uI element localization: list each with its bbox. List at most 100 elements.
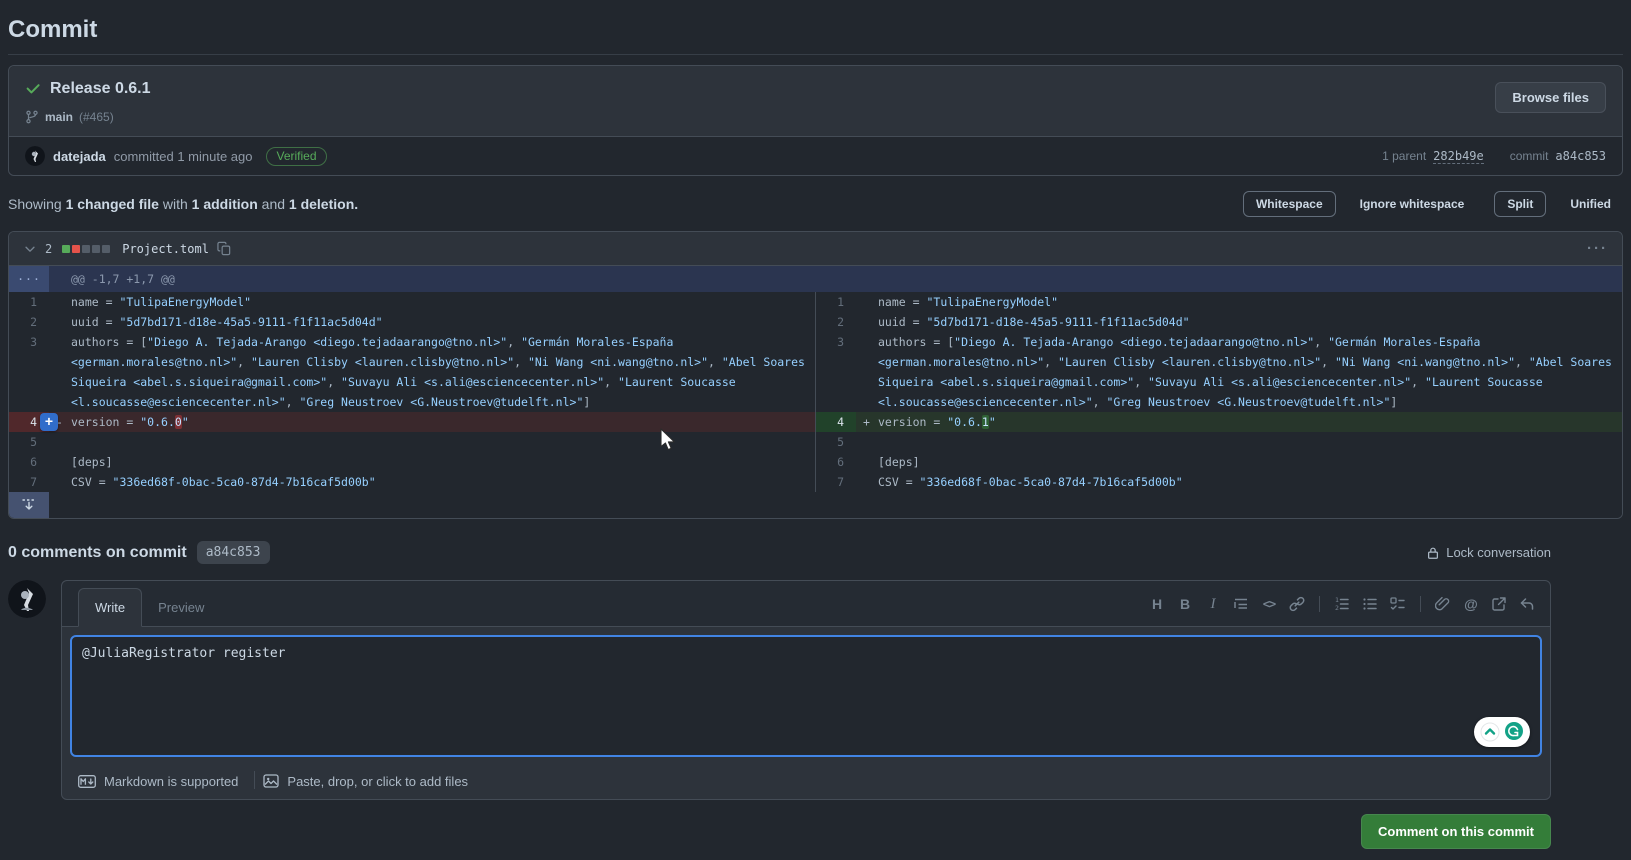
line-number[interactable]: 3	[815, 332, 856, 412]
comments-header: 0 comments on commit a84c853 Lock conver…	[8, 541, 1551, 564]
file-name[interactable]: Project.toml	[122, 242, 209, 256]
commit-label: commit	[1509, 149, 1549, 163]
file-changes-count: 2	[45, 241, 53, 256]
line-number[interactable]: 5	[815, 432, 856, 452]
heading-icon[interactable]: H	[1144, 592, 1170, 616]
chevron-down-icon[interactable]	[23, 242, 37, 256]
code-line: uuid = "5d7bd171-d18e-45a5-9111-f1f11ac5…	[878, 315, 1190, 329]
markdown-supported-hint[interactable]: Markdown is supported	[70, 767, 254, 789]
committer-avatar[interactable]	[25, 146, 45, 166]
commit-title: Release 0.6.1	[50, 80, 151, 97]
attach-file-icon[interactable]	[1430, 592, 1456, 616]
line-number[interactable]: 7	[9, 472, 49, 492]
commit-meta-row: datejada committed 1 minute ago Verified…	[9, 136, 1622, 175]
code-line: - version = "0.6.0"	[49, 412, 815, 432]
tab-preview[interactable]: Preview	[142, 589, 220, 626]
ignore-whitespace-button[interactable]: Ignore whitespace	[1348, 192, 1477, 216]
comment-on-commit-button[interactable]: Comment on this commit	[1360, 814, 1551, 849]
commit-page: Commit Release 0.6.1 main (#465) Browse …	[0, 0, 1631, 849]
committer-login[interactable]: datejada	[53, 149, 106, 164]
line-number[interactable]: 7	[815, 472, 856, 492]
comment-form: Write Preview H B I <> 12 @ @JuliaRegist…	[8, 580, 1551, 800]
diff-summary-row: Showing 1 changed file with 1 addition a…	[8, 191, 1623, 217]
line-number[interactable]: 1	[815, 292, 856, 312]
comment-textarea[interactable]	[70, 635, 1542, 757]
line-number[interactable]: 6	[9, 452, 49, 472]
changed-files-summary: Showing 1 changed file with 1 addition a…	[8, 196, 359, 212]
code-icon[interactable]: <>	[1256, 592, 1282, 616]
toolbar-divider	[1319, 596, 1320, 612]
line-number[interactable]: 4	[815, 412, 856, 432]
add-line-comment-button[interactable]: +	[40, 413, 58, 431]
line-number[interactable]: 6	[815, 452, 856, 472]
attach-files-hint[interactable]: Paste, drop, or click to add files	[255, 767, 484, 789]
line-number[interactable]: 2	[9, 312, 49, 332]
tab-write[interactable]: Write	[78, 588, 143, 627]
code-line: + version = "0.6.1"	[856, 412, 1622, 432]
page-header: Commit	[8, 0, 1623, 55]
saved-replies-icon[interactable]	[1514, 592, 1540, 616]
pr-reference[interactable]: (#465)	[79, 110, 114, 124]
expand-down-button[interactable]	[9, 492, 49, 518]
commit-sha: a84c853	[1555, 149, 1606, 163]
whitespace-control-group: Whitespace Ignore whitespace	[1242, 191, 1477, 217]
comment-composer: Write Preview H B I <> 12 @ @JuliaRegist…	[61, 580, 1551, 800]
file-header: 2 Project.toml ···	[9, 232, 1622, 266]
split-view-button[interactable]: Split	[1494, 191, 1547, 217]
line-number[interactable]: 5	[9, 432, 49, 452]
unordered-list-icon[interactable]	[1357, 592, 1383, 616]
lock-conversation-button[interactable]: Lock conversation	[1426, 545, 1551, 560]
code-line: uuid = "5d7bd171-d18e-45a5-9111-f1f11ac5…	[71, 315, 383, 329]
diffstat-blocks	[62, 244, 111, 253]
verified-badge[interactable]: Verified	[266, 146, 327, 166]
code-line: name = "TulipaEnergyModel"	[71, 295, 252, 309]
grammarly-extension-widget[interactable]	[1474, 717, 1530, 747]
file-options-kebab-icon[interactable]: ···	[1587, 240, 1608, 257]
code-line: [deps]	[878, 455, 920, 469]
markdown-toolbar: H B I <> 12 @	[1144, 592, 1540, 626]
diff-layout-control-group: Split Unified	[1494, 191, 1623, 217]
code-line: authors = ["Diego A. Tejada-Arango <dieg…	[878, 335, 1619, 409]
parent-sha-link[interactable]: 282b49e	[1433, 149, 1484, 164]
branch-name[interactable]: main	[45, 110, 73, 124]
expand-hunk-gutter[interactable]: ···	[9, 266, 49, 292]
composer-tabs-row: Write Preview H B I <> 12 @	[62, 581, 1550, 627]
cross-reference-icon[interactable]	[1486, 592, 1512, 616]
link-icon[interactable]	[1284, 592, 1310, 616]
check-icon	[25, 81, 41, 97]
hunk-header-row: ··· @@ -1,7 +1,7 @@	[9, 266, 1622, 292]
browse-files-button[interactable]: Browse files	[1495, 82, 1606, 113]
quote-icon[interactable]	[1228, 592, 1254, 616]
composer-footer: Markdown is supported Paste, drop, or cl…	[62, 765, 1550, 799]
bold-icon[interactable]: B	[1172, 592, 1198, 616]
textarea-wrapper	[62, 627, 1550, 765]
mention-icon[interactable]: @	[1458, 592, 1484, 616]
task-list-icon[interactable]	[1385, 592, 1411, 616]
diff-expand-row	[9, 492, 1622, 518]
line-number[interactable]: 1	[9, 292, 49, 312]
copy-file-path-icon[interactable]	[217, 241, 232, 256]
unified-view-button[interactable]: Unified	[1558, 192, 1623, 216]
code-line: CSV = "336ed68f-0bac-5ca0-87d4-7b16caf5d…	[878, 475, 1183, 489]
image-icon	[263, 773, 280, 789]
git-branch-icon	[25, 110, 39, 124]
svg-text:1: 1	[1335, 596, 1339, 604]
line-number[interactable]: 4 +	[9, 412, 58, 432]
code-line: CSV = "336ed68f-0bac-5ca0-87d4-7b16caf5d…	[71, 475, 376, 489]
commit-box: Release 0.6.1 main (#465) Browse files d…	[8, 65, 1623, 176]
italic-icon[interactable]: I	[1200, 592, 1226, 616]
comments-count-title: 0 comments on commit	[8, 543, 187, 561]
numbered-list-icon[interactable]: 12	[1329, 592, 1355, 616]
parent-label: 1 parent	[1382, 149, 1427, 163]
page-title: Commit	[8, 16, 98, 43]
hunk-header-text: @@ -1,7 +1,7 @@	[49, 266, 1622, 292]
line-number[interactable]: 2	[815, 312, 856, 332]
code-line: name = "TulipaEnergyModel"	[878, 295, 1059, 309]
current-user-avatar[interactable]	[8, 580, 46, 618]
whitespace-button[interactable]: Whitespace	[1242, 191, 1336, 217]
lock-icon	[1426, 546, 1440, 560]
markdown-icon	[78, 774, 96, 788]
line-number[interactable]: 3	[9, 332, 49, 412]
